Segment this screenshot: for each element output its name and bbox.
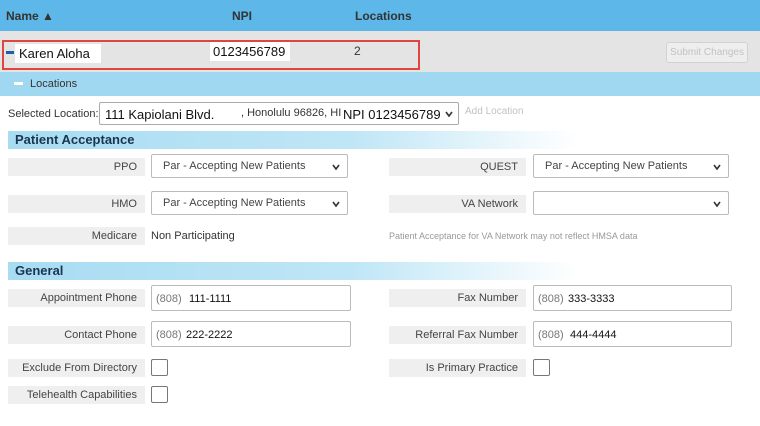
ppo-select[interactable]: Par - Accepting New Patients — [151, 154, 348, 178]
fax-number: 333-3333 — [568, 293, 615, 305]
referral-fax-area: (808) — [538, 329, 564, 341]
collapse-minus-icon[interactable] — [6, 51, 14, 54]
va-network-note: Patient Acceptance for VA Network may no… — [389, 231, 638, 241]
selected-location-select[interactable]: 111 Kapiolani Blvd. , Honolulu 96826, HI… — [99, 102, 459, 125]
provider-npi: 0123456789 — [210, 42, 290, 61]
appointment-phone-label: Appointment Phone — [8, 289, 145, 307]
chevron-down-icon — [713, 201, 721, 208]
chevron-down-icon — [445, 111, 453, 118]
fax-area: (808) — [538, 293, 564, 305]
chevron-down-icon — [713, 164, 721, 171]
contact-phone-input[interactable]: (808) 222-2222 — [151, 321, 351, 347]
is-primary-practice-checkbox[interactable] — [533, 359, 550, 376]
submit-changes-button[interactable]: Submit Changes — [666, 42, 748, 63]
appointment-phone-number: 111-1111 — [189, 293, 232, 305]
general-title: General — [15, 263, 64, 278]
appointment-phone-area: (808) — [156, 293, 182, 305]
va-network-select[interactable] — [533, 191, 729, 215]
location-npi: NPI 0123456789 — [343, 107, 441, 122]
ppo-select-value: Par - Accepting New Patients — [163, 160, 306, 172]
name-column-header[interactable]: Name ▲ — [6, 9, 54, 23]
location-city: , Honolulu 96826, HI — [241, 107, 342, 119]
hmo-select[interactable]: Par - Accepting New Patients — [151, 191, 348, 215]
table-header: Name ▲ NPI Locations — [0, 0, 760, 31]
chevron-down-icon — [332, 164, 340, 171]
locations-column-header[interactable]: Locations — [355, 9, 412, 23]
locations-section-label: Locations — [30, 78, 78, 90]
is-primary-practice-label: Is Primary Practice — [389, 359, 526, 377]
provider-row: Karen Aloha 0123456789 2 Submit Changes — [0, 31, 760, 72]
va-network-label: VA Network — [389, 195, 526, 213]
patient-acceptance-title: Patient Acceptance — [15, 132, 135, 147]
patient-acceptance-header: Patient Acceptance — [8, 131, 578, 149]
ppo-label: PPO — [8, 158, 145, 176]
appointment-phone-input[interactable]: (808) 111-1111 — [151, 285, 351, 311]
telehealth-capabilities-label: Telehealth Capabilities — [8, 386, 145, 404]
selected-location-label: Selected Location: — [8, 108, 99, 120]
referral-fax-input[interactable]: (808) 444-4444 — [533, 321, 732, 347]
telehealth-capabilities-checkbox[interactable] — [151, 386, 168, 403]
quest-select[interactable]: Par - Accepting New Patients — [533, 154, 729, 178]
hmo-label: HMO — [8, 195, 145, 213]
provider-name: Karen Aloha — [15, 44, 101, 63]
medicare-value: Non Participating — [151, 230, 235, 242]
referral-fax-label: Referral Fax Number — [389, 326, 526, 344]
fax-number-label: Fax Number — [389, 289, 526, 307]
contact-phone-area: (808) — [156, 329, 182, 341]
medicare-label: Medicare — [8, 227, 145, 245]
npi-column-header[interactable]: NPI — [232, 9, 252, 23]
add-location-button[interactable]: Add Location — [465, 106, 523, 117]
contact-phone-label: Contact Phone — [8, 326, 145, 344]
location-address: 111 Kapiolani Blvd. — [105, 107, 215, 122]
general-header: General — [8, 262, 578, 280]
contact-phone-number: 222-2222 — [186, 329, 233, 341]
provider-locations-count: 2 — [354, 44, 361, 58]
hmo-select-value: Par - Accepting New Patients — [163, 197, 306, 209]
locations-collapse-minus-icon[interactable] — [14, 82, 23, 85]
quest-label: QUEST — [389, 158, 526, 176]
fax-number-input[interactable]: (808) 333-3333 — [533, 285, 732, 311]
exclude-from-directory-checkbox[interactable] — [151, 359, 168, 376]
quest-select-value: Par - Accepting New Patients — [545, 160, 688, 172]
chevron-down-icon — [332, 201, 340, 208]
locations-bar[interactable]: Locations — [0, 72, 760, 96]
referral-fax-number: 444-4444 — [570, 329, 617, 341]
exclude-from-directory-label: Exclude From Directory — [8, 359, 145, 377]
